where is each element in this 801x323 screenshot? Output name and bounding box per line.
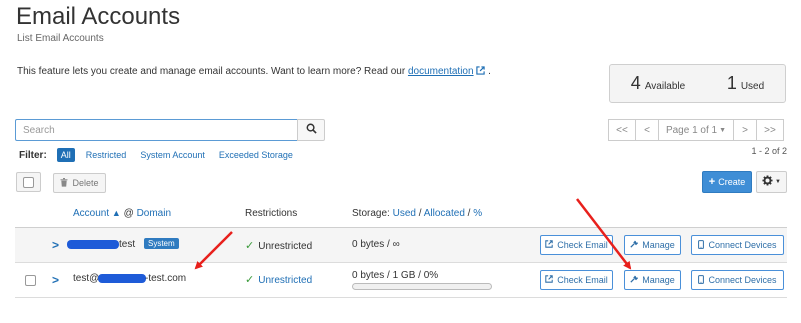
restriction-label: Unrestricted xyxy=(258,241,313,252)
percent-sort-link[interactable]: % xyxy=(473,208,482,219)
select-all-button[interactable] xyxy=(16,172,41,192)
check-email-button[interactable]: Check Email xyxy=(540,270,613,290)
table-header: Account ▲ @ Domain Restrictions Storage:… xyxy=(15,200,787,228)
restrictions-column-header[interactable]: Restrictions xyxy=(245,208,297,219)
expand-chevron-icon[interactable]: > xyxy=(52,273,59,287)
mobile-phone-icon xyxy=(698,239,705,251)
plus-icon: + xyxy=(708,176,716,188)
row-select-checkbox[interactable] xyxy=(25,275,36,286)
sort-ascending-icon: ▲ xyxy=(111,208,121,218)
domain-sort-link[interactable]: Domain xyxy=(137,208,171,219)
filter-system-account[interactable]: System Account xyxy=(137,148,208,162)
manage-label: Manage xyxy=(642,275,675,285)
storage-column-header: Storage: Used / Allocated / % xyxy=(352,208,483,219)
storage-label: Storage: xyxy=(352,208,390,219)
connect-devices-label: Connect Devices xyxy=(708,275,777,285)
connect-devices-button[interactable]: Connect Devices xyxy=(691,270,784,290)
used-stat: 1 Used xyxy=(727,73,764,94)
account-email-suffix: -test.com xyxy=(145,273,187,284)
check-icon: ✓ xyxy=(245,274,255,286)
filter-bar: Filter: All Restricted System Account Ex… xyxy=(19,148,296,162)
wrench-icon xyxy=(630,275,639,285)
restriction-status: ✓ Unrestricted xyxy=(245,239,312,252)
settings-dropdown-button[interactable]: ▼ xyxy=(756,171,787,193)
delete-label: Delete xyxy=(72,178,99,188)
restriction-status[interactable]: ✓ Unrestricted xyxy=(245,273,312,286)
account-email-prefix: test@ xyxy=(73,273,100,284)
available-stat: 4 Available xyxy=(631,73,685,94)
external-link-icon xyxy=(545,275,553,285)
used-count: 1 xyxy=(726,73,737,93)
results-count: 1 - 2 of 2 xyxy=(751,146,787,156)
table-row: > test@ -test.com ✓ Unrestricted 0 bytes … xyxy=(15,263,787,298)
available-label: Available xyxy=(644,81,686,92)
wrench-icon xyxy=(630,240,639,250)
at-sign: @ xyxy=(123,208,134,219)
storage-value: 0 bytes / 1 GB / 0% xyxy=(352,270,439,281)
description-end: . xyxy=(485,66,491,77)
page-label: Page 1 of 1 xyxy=(665,124,718,136)
connect-devices-label: Connect Devices xyxy=(708,240,777,250)
allocated-sort-link[interactable]: Allocated xyxy=(424,208,465,219)
storage-value: 0 bytes / ∞ xyxy=(352,239,400,250)
account-column-header[interactable]: Account ▲ @ Domain xyxy=(73,208,171,219)
search-input[interactable] xyxy=(15,119,298,141)
external-link-icon xyxy=(476,66,486,78)
check-icon: ✓ xyxy=(245,240,255,252)
manage-button[interactable]: Manage xyxy=(624,270,681,290)
filter-restricted[interactable]: Restricted xyxy=(83,148,130,162)
search-button[interactable] xyxy=(297,119,325,141)
last-page-button[interactable]: >> xyxy=(756,119,784,141)
expand-chevron-icon[interactable]: > xyxy=(52,238,59,252)
storage-usage-bar xyxy=(352,283,492,290)
manage-button[interactable]: Manage xyxy=(624,235,681,255)
check-email-label: Check Email xyxy=(557,275,608,285)
account-sort-link[interactable]: Account xyxy=(73,208,109,219)
delete-button[interactable]: Delete xyxy=(53,173,106,193)
page-subtitle: List Email Accounts xyxy=(17,33,104,44)
filter-exceeded-storage[interactable]: Exceeded Storage xyxy=(216,148,296,162)
table-row: > test System ✓ Unrestricted 0 bytes / ∞ … xyxy=(15,228,787,263)
restriction-link[interactable]: Unrestricted xyxy=(258,275,312,286)
used-label: Used xyxy=(740,81,765,92)
filter-label: Filter: xyxy=(19,149,47,161)
prev-page-button[interactable]: < xyxy=(635,119,659,141)
next-page-button[interactable]: > xyxy=(733,119,757,141)
manage-label: Manage xyxy=(642,240,675,250)
page-description: This feature lets you create and manage … xyxy=(17,66,491,78)
account-stats-panel: 4 Available 1 Used xyxy=(609,64,786,103)
page-title: Email Accounts xyxy=(16,3,181,30)
first-page-button[interactable]: << xyxy=(608,119,636,141)
create-label: Create xyxy=(718,177,746,187)
description-text: This feature lets you create and manage … xyxy=(17,66,408,77)
redacted-username xyxy=(67,240,119,249)
connect-devices-button[interactable]: Connect Devices xyxy=(691,235,784,255)
caret-down-icon: ▼ xyxy=(719,126,727,134)
documentation-link[interactable]: documentation xyxy=(408,66,474,77)
used-sort-link[interactable]: Used xyxy=(393,208,416,219)
filter-all[interactable]: All xyxy=(56,148,75,162)
external-link-icon xyxy=(545,240,553,250)
create-button[interactable]: + Create xyxy=(702,171,752,193)
pagination: << < Page 1 of 1 ▼ > >> xyxy=(608,119,784,141)
system-badge: System xyxy=(144,238,179,249)
search-icon xyxy=(306,123,317,137)
account-name: test xyxy=(119,239,136,250)
gear-icon xyxy=(762,175,773,189)
trash-icon xyxy=(60,177,68,189)
page-select[interactable]: Page 1 of 1 ▼ xyxy=(658,119,734,141)
check-email-button[interactable]: Check Email xyxy=(540,235,613,255)
available-count: 4 xyxy=(630,73,641,93)
select-all-checkbox[interactable] xyxy=(23,176,34,188)
redacted-domain xyxy=(98,274,146,283)
mobile-phone-icon xyxy=(698,274,705,286)
check-email-label: Check Email xyxy=(557,240,608,250)
caret-down-icon: ▼ xyxy=(775,179,781,185)
